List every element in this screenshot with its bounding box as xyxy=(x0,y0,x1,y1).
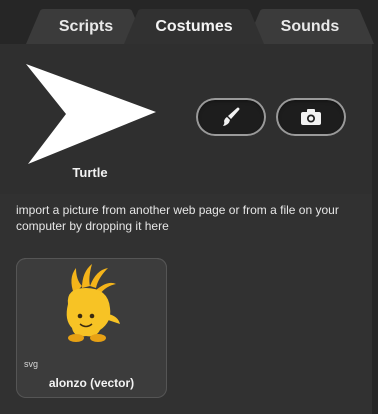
camera-button[interactable] xyxy=(276,98,346,136)
tab-scripts-label: Scripts xyxy=(58,17,114,35)
costume-type: svg xyxy=(24,359,39,369)
scrollbar[interactable] xyxy=(372,44,378,414)
turtle-thumbnail xyxy=(26,64,156,164)
tab-sounds[interactable]: Sounds xyxy=(246,9,374,44)
drop-help-text: import a picture from another web page o… xyxy=(16,203,339,233)
alonzo-thumbnail xyxy=(66,264,120,342)
sprite-name: Turtle xyxy=(72,165,108,180)
costume-tile[interactable]: svg alonzo (vector) xyxy=(16,258,167,398)
paint-new-costume-button[interactable] xyxy=(196,98,266,136)
tab-bar: Scripts Sounds Costumes xyxy=(0,0,378,44)
costumes-editor: Scripts Sounds Costumes Turtle import a … xyxy=(0,0,378,414)
tab-costumes-label: Costumes xyxy=(155,17,233,35)
tab-sounds-label: Sounds xyxy=(280,17,340,35)
camera-icon xyxy=(301,109,321,125)
costume-name: alonzo (vector) xyxy=(48,376,135,390)
paintbrush-icon xyxy=(223,107,240,126)
tab-costumes[interactable]: Costumes xyxy=(124,9,264,44)
